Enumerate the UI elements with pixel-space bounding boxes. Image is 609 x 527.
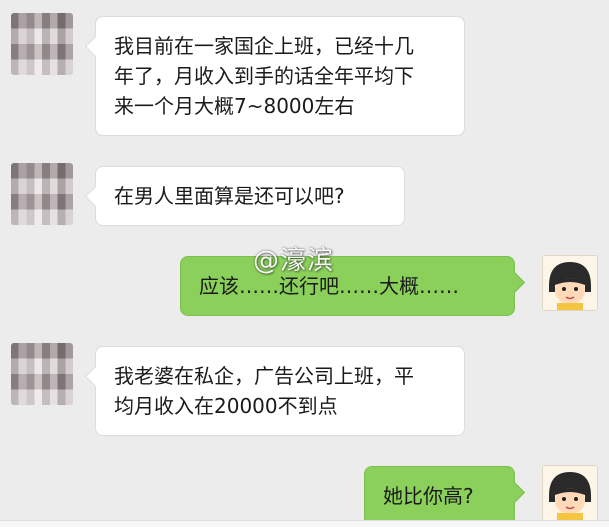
self-avatar[interactable] xyxy=(542,465,598,521)
watermark: @濠滨 xyxy=(253,246,335,276)
contact-avatar[interactable] xyxy=(11,163,73,225)
cartoon-girl-avatar-icon xyxy=(543,256,597,310)
self-avatar[interactable] xyxy=(542,255,598,311)
chat-window: 我目前在一家国企上班，已经十几 年了，月收入到手的话全年平均下 来一个月大概7~… xyxy=(0,0,609,527)
incoming-message-bubble[interactable]: 我老婆在私企，广告公司上班，平 均月收入在20000不到点 xyxy=(95,346,465,436)
contact-avatar[interactable] xyxy=(11,343,73,405)
cartoon-girl-avatar-icon xyxy=(543,466,597,520)
incoming-message-bubble[interactable]: 我目前在一家国企上班，已经十几 年了，月收入到手的话全年平均下 来一个月大概7~… xyxy=(95,16,465,136)
outgoing-message-bubble[interactable]: 她比你高? xyxy=(364,466,515,526)
incoming-message-bubble[interactable]: 在男人里面算是还可以吧? xyxy=(95,166,405,226)
outgoing-message-bubble[interactable]: 应该……还行吧……大概…… xyxy=(180,256,515,316)
input-bar-edge xyxy=(0,520,609,527)
contact-avatar[interactable] xyxy=(11,13,73,75)
